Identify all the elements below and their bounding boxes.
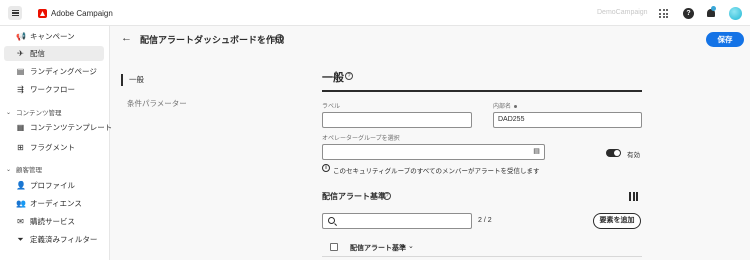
profile-icon: 👤 [16,181,26,190]
top-bar: Adobe Campaign DemoCampaign ? [0,0,750,26]
template-icon: ▦ [16,123,25,132]
criteria-title: 配信アラート基準 [322,192,386,201]
filter-icon: ⏷ [17,235,24,244]
sidebar-item-label: プロファイル [30,181,75,190]
org-name[interactable]: DemoCampaign [597,9,648,16]
sidebar-item-deliveries[interactable]: ✈ 配信 [4,46,104,61]
save-button[interactable]: 保存 [706,32,744,47]
search-input[interactable] [322,213,472,229]
internal-name-field-label: 内部名 [493,101,518,110]
folder-picker-icon[interactable]: ▤ [529,144,545,160]
chevron-down-icon[interactable]: ⌄ [408,242,414,250]
help-icon[interactable]: ? [683,8,694,19]
operator-group-input[interactable] [322,144,530,160]
add-element-button[interactable]: 要素を追加 [593,213,641,229]
sidebar-item-label: オーディエンス [30,199,82,208]
section-customer-management[interactable]: ⌄ 顧客管理 [6,164,43,175]
chevron-down-icon: ⌄ [6,109,12,116]
sidebar-item-label: 定義済みフィルター [30,235,98,244]
sidebar-item-label: ランディングページ [30,67,97,76]
section-content-management[interactable]: ⌄ コンテンツ管理 [6,107,62,118]
tab-condition-parameters[interactable]: 条件パラメーター [121,98,311,110]
sidebar-item-audiences[interactable]: 👥 オーディエンス [4,196,104,211]
sidebar-item-landing-pages[interactable]: ▤ ランディングページ [4,64,104,79]
back-arrow-icon[interactable]: ← [121,32,132,44]
subscription-icon: ✉ [17,217,24,226]
notification-badge [711,6,716,11]
avatar[interactable] [729,7,742,20]
table-divider [322,256,642,257]
apps-icon[interactable] [658,8,669,19]
tab-general[interactable]: 一般 [121,74,311,86]
sidebar-item-label: キャンペーン [30,32,75,41]
landing-page-icon: ▤ [16,67,25,76]
sidebar-item-fragments[interactable]: ⊞ フラグメント [4,140,104,155]
section-divider [322,90,642,92]
sidebar: 📢 キャンペーン ✈ 配信 ▤ ランディングページ ⇶ ワークフロー ⌄ コンテ… [0,26,113,260]
label-input[interactable] [322,112,472,128]
fragment-icon: ⊞ [17,143,24,152]
menu-icon[interactable] [8,6,22,20]
section-label: 顧客管理 [16,167,43,174]
search-icon [328,217,335,224]
sidebar-item-content-templates[interactable]: ▦ コンテンツテンプレート [4,120,113,135]
sidebar-item-subscription-services[interactable]: ✉ 購読サービス [4,214,104,229]
section-title: 一般 [322,72,344,84]
sidebar-item-predefined-filters[interactable]: ⏷ 定義済みフィルター [4,232,104,247]
workflow-icon: ⇶ [17,85,24,94]
internal-name-input[interactable]: DAD255 [493,112,642,128]
required-icon [514,104,518,108]
result-count: 2 / 2 [478,217,492,224]
adobe-logo [38,9,47,18]
enabled-label: 有効 [627,152,640,159]
help-icon[interactable]: ? [275,34,284,43]
label-field-label: ラベル [322,104,341,110]
operator-group-field-label: オペレーターグループを選択 [322,136,400,142]
sidebar-item-label: フラグメント [30,143,75,152]
column-header[interactable]: 配信アラート基準 [350,243,406,253]
info-text: このセキュリティグループのすべてのメンバーがアラートを受信します [333,168,540,175]
megaphone-icon: 📢 [16,32,26,41]
internal-name-label-text: 内部名 [493,104,512,110]
sidebar-item-label: ワークフロー [30,85,75,94]
sidebar-item-label: コンテンツテンプレート [30,123,113,132]
chevron-down-icon: ⌄ [6,166,12,173]
page-title: 配信アラートダッシュボードを作成 [140,35,285,45]
enabled-toggle[interactable] [606,149,621,157]
sidebar-item-label: 配信 [30,49,45,58]
help-icon[interactable]: ? [345,72,353,80]
sidebar-item-label: 購読サービス [30,217,75,226]
help-icon[interactable]: ? [383,192,391,200]
audience-icon: 👥 [16,199,26,208]
info-icon: i [322,164,330,172]
paper-plane-icon: ✈ [17,49,24,58]
sidebar-item-workflows[interactable]: ⇶ ワークフロー [4,82,104,97]
app-name: Adobe Campaign [51,9,113,18]
section-label: コンテンツ管理 [16,110,62,117]
select-all-checkbox[interactable] [330,243,338,251]
sidebar-item-campaigns[interactable]: 📢 キャンペーン [4,29,104,44]
columns-icon[interactable] [629,192,638,201]
sidebar-item-profiles[interactable]: 👤 プロファイル [4,178,104,193]
